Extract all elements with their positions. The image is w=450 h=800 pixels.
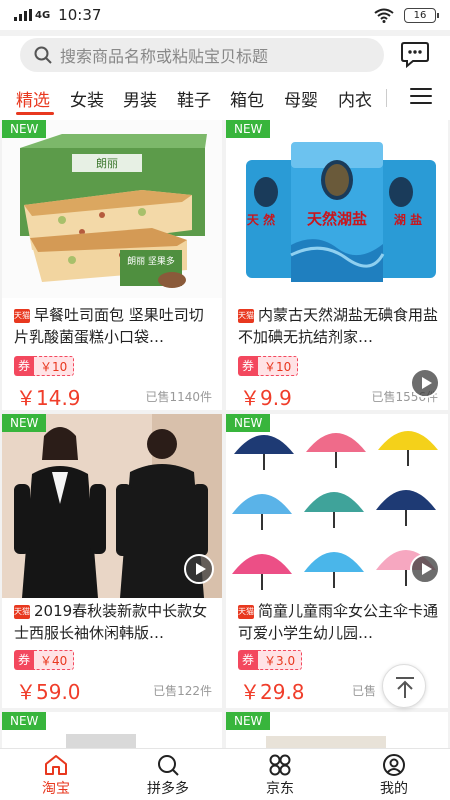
signal-icon (14, 9, 32, 21)
search-icon (158, 755, 179, 776)
grid-icon (269, 754, 291, 776)
nav-jingdong[interactable]: 京东 (240, 753, 320, 798)
tmall-tag: 天猫 (14, 605, 30, 619)
nav-label: 拼多多 (147, 781, 189, 797)
coupon-label: 券 (238, 356, 259, 376)
sold-count: 已售122件 (153, 684, 212, 698)
wifi-icon (374, 8, 394, 23)
tab-jingxuan[interactable]: 精选 (16, 86, 50, 111)
nav-label: 淘宝 (42, 781, 70, 797)
category-tabs: 精选 女装 男装 鞋子 箱包 母婴 内衣 (0, 76, 450, 120)
new-badge: NEW (2, 712, 47, 730)
new-badge: NEW (226, 120, 271, 138)
product-title: 天猫 2019春秋装新款中长款女士西服长袖休闲韩版… (14, 600, 214, 644)
tmall-tag: 天猫 (238, 309, 254, 323)
coupon-badge: 券 ￥10 (238, 356, 299, 376)
product-title-text: 内蒙古天然湖盐无碘食用盐不加碘无抗结剂家… (238, 306, 438, 346)
bottom-nav: 淘宝 拼多多 京东 我的 (0, 748, 450, 800)
back-to-top-button[interactable] (382, 664, 426, 708)
product-title-text: 简童儿童雨伞女公主伞卡通可爱小学生幼儿园… (238, 602, 438, 642)
product-card[interactable]: NEW 天猫 2019春秋装新款中长款女士西服长袖休闲韩版… 券 ￥40 ￥59.0… (2, 414, 222, 708)
nav-pinduoduo[interactable]: 拼多多 (128, 753, 208, 798)
tab-divider (386, 89, 387, 107)
nav-label: 我的 (380, 781, 408, 797)
search-input[interactable]: 搜索商品名称或粘贴宝贝标题 (20, 38, 384, 72)
sold-count: 已售1140件 (145, 390, 212, 404)
new-badge: NEW (226, 712, 271, 730)
product-price: ￥14.9 (16, 386, 81, 410)
play-video-icon[interactable] (410, 368, 440, 398)
new-badge: NEW (2, 120, 47, 138)
product-card[interactable]: NEW 天猫 简童儿童雨伞女公主伞卡通可爱小学生幼儿园… 券 ￥3.0 ￥29.8 … (226, 414, 448, 708)
tmall-tag: 天猫 (14, 309, 30, 323)
network-type: 4G (35, 9, 51, 21)
play-video-icon[interactable] (410, 554, 440, 584)
coupon-amount: ￥10 (258, 356, 299, 376)
search-row: 搜索商品名称或粘贴宝贝标题 (0, 36, 450, 76)
tab-xiangbao[interactable]: 箱包 (230, 86, 264, 111)
nav-label: 京东 (266, 781, 294, 797)
coupon-badge: 券 ￥10 (14, 356, 75, 376)
svg-text:湖 盐: 湖 盐 (394, 212, 422, 227)
clock: 10:37 (58, 6, 102, 24)
battery-level: 16 (413, 9, 427, 21)
play-video-icon[interactable] (184, 554, 214, 584)
new-badge: NEW (226, 414, 271, 432)
message-icon[interactable] (400, 40, 430, 68)
product-card[interactable]: 天然湖盐 天 然 湖 盐 NEW 天猫 内蒙古天然湖盐无碘食用盐不加碘无抗结剂家…… (226, 120, 448, 410)
product-title: 天猫 简童儿童雨伞女公主伞卡通可爱小学生幼儿园… (238, 600, 438, 644)
svg-text:朗丽 坚果多: 朗丽 坚果多 (127, 255, 175, 267)
home-icon (45, 755, 67, 775)
search-icon (34, 46, 52, 64)
product-card[interactable]: 朗丽 朗丽 坚果多 NEW 天猫 早餐吐司面包 坚果吐司切片乳酸菌蛋糕小口袋… 券… (2, 120, 222, 410)
active-tab-indicator (16, 112, 54, 115)
product-title: 天猫 早餐吐司面包 坚果吐司切片乳酸菌蛋糕小口袋… (14, 304, 214, 348)
menu-icon[interactable] (410, 88, 432, 106)
status-bar: 4G 10:37 16 (0, 0, 450, 30)
new-badge: NEW (2, 414, 47, 432)
tab-nanzhuang[interactable]: 男装 (123, 86, 157, 111)
coupon-amount: ￥3.0 (258, 650, 303, 670)
coupon-label: 券 (14, 356, 35, 376)
coupon-badge: 券 ￥3.0 (238, 650, 303, 670)
product-card[interactable]: NEW (226, 712, 448, 752)
svg-text:天 然: 天 然 (247, 212, 275, 227)
product-image-salt: 天然湖盐 天 然 湖 盐 (226, 120, 448, 298)
salt-label: 天然湖盐 (307, 210, 367, 228)
arrow-up-icon (396, 677, 414, 698)
search-placeholder: 搜索商品名称或粘贴宝贝标题 (60, 47, 269, 66)
battery-icon: 16 (404, 7, 439, 23)
product-title-text: 早餐吐司面包 坚果吐司切片乳酸菌蛋糕小口袋… (14, 306, 204, 346)
product-price: ￥59.0 (16, 680, 81, 704)
product-price: ￥9.9 (240, 386, 292, 410)
coupon-label: 券 (238, 650, 259, 670)
tab-nvzhuang[interactable]: 女装 (70, 86, 104, 111)
nav-taobao[interactable]: 淘宝 (16, 753, 96, 798)
sold-count: 已售 (351, 684, 376, 698)
product-image-bread: 朗丽 朗丽 坚果多 (2, 120, 222, 298)
user-icon (383, 754, 405, 776)
coupon-amount: ￥40 (34, 650, 75, 670)
tab-muying[interactable]: 母婴 (284, 86, 318, 111)
product-price: ￥29.8 (240, 680, 305, 704)
tmall-tag: 天猫 (238, 605, 254, 619)
coupon-amount: ￥10 (34, 356, 75, 376)
coupon-label: 券 (14, 650, 35, 670)
coupon-badge: 券 ￥40 (14, 650, 75, 670)
tab-xiezi[interactable]: 鞋子 (177, 86, 211, 111)
product-title: 天猫 内蒙古天然湖盐无碘食用盐不加碘无抗结剂家… (238, 304, 438, 348)
product-title-text: 2019春秋装新款中长款女士西服长袖休闲韩版… (14, 602, 208, 642)
nav-mine[interactable]: 我的 (354, 753, 434, 798)
product-card[interactable]: NEW (2, 712, 222, 752)
tab-neiyi[interactable]: 内衣 (338, 86, 382, 111)
box-brand-text: 朗丽 (96, 157, 118, 170)
